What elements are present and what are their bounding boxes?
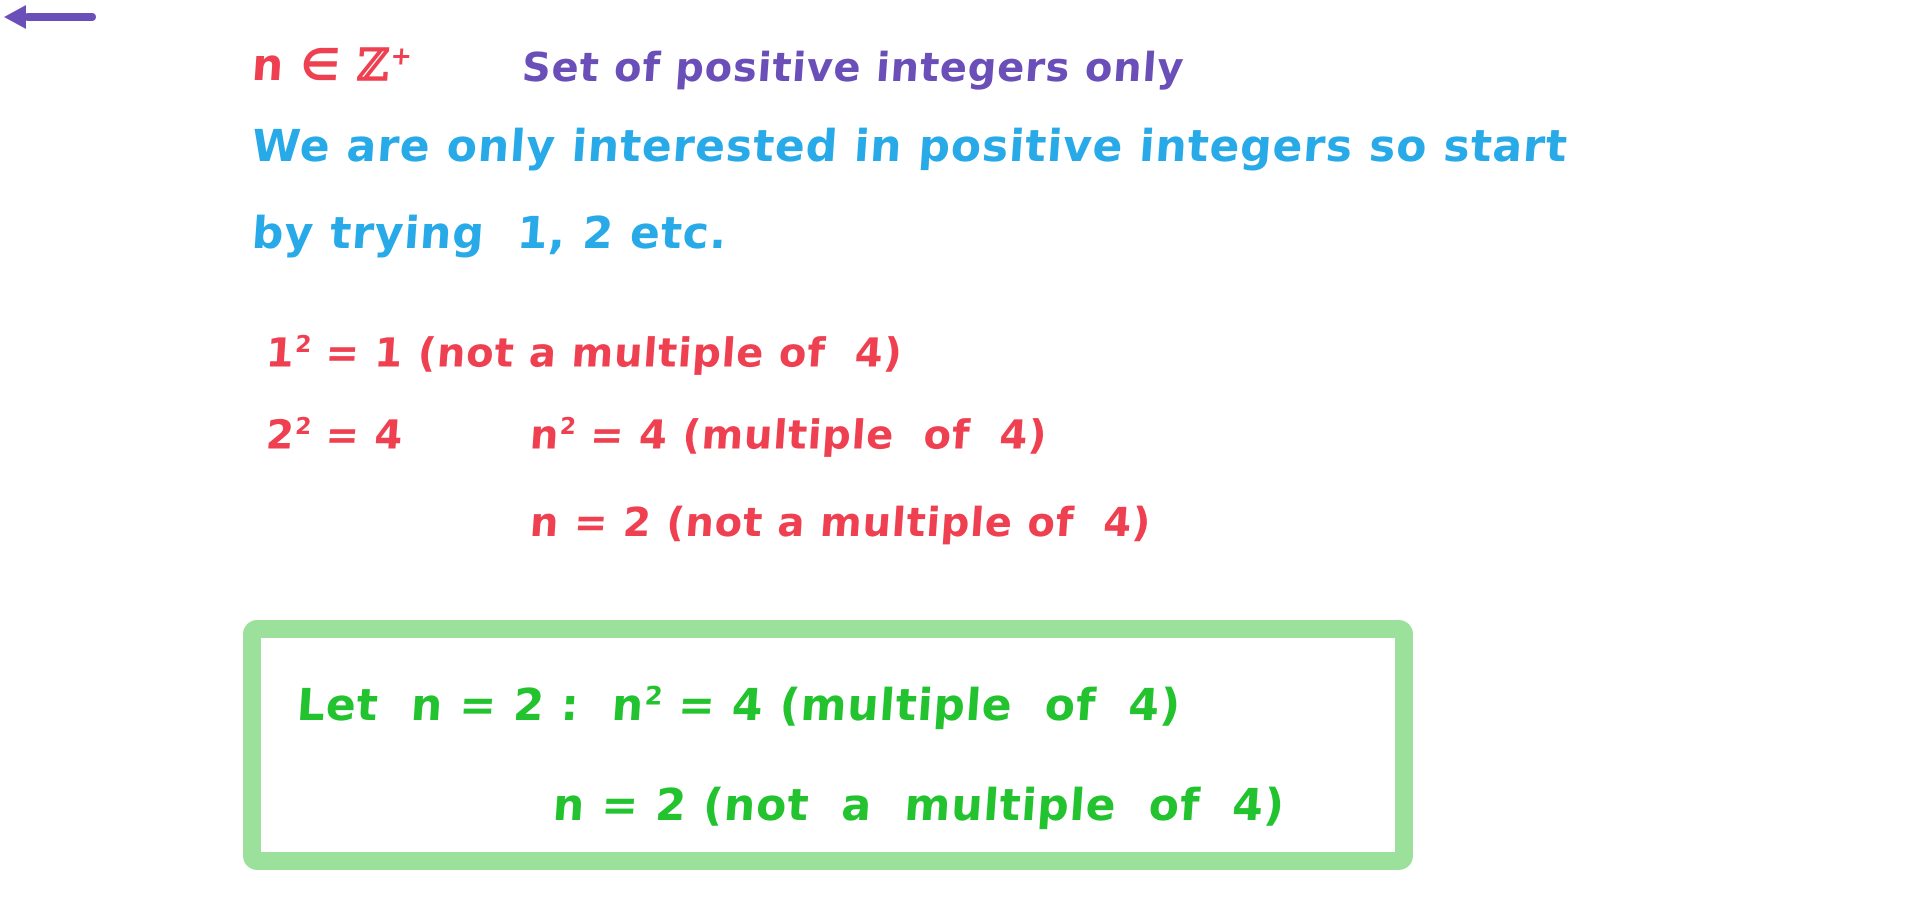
answer-line-1-prefix: Let n = 2 : — [295, 680, 614, 731]
working-line-1: 12 = 1 (not a multiple of 4) — [264, 330, 905, 377]
working-line-3: n = 2 (not a multiple of 4) — [528, 500, 1153, 546]
working-line-2-right-base: n — [528, 412, 561, 459]
working-line-2-right: n2 = 4 (multiple of 4) — [528, 412, 1049, 459]
working-line-2-left: 22 = 4 — [264, 412, 405, 459]
answer-box: Let n = 2 : n2 = 4 (multiple of 4) n = 2… — [243, 620, 1413, 870]
answer-line-2: n = 2 (not a multiple of 4) — [551, 780, 1287, 831]
answer-box-inner: Let n = 2 : n2 = 4 (multiple of 4) n = 2… — [261, 638, 1395, 852]
working-line-2-left-exponent: 2 — [294, 413, 313, 440]
domain-statement: n ∈ ℤ+ — [250, 40, 414, 91]
working-line-1-base: 1 — [264, 330, 297, 377]
integer-set-symbol: ℤ — [355, 40, 392, 91]
worked-solution-canvas: n ∈ ℤ+ Set of positive integers only We … — [0, 0, 1912, 912]
answer-line-1-base: n — [610, 680, 646, 731]
answer-line-1: Let n = 2 : n2 = 4 (multiple of 4) — [295, 680, 1183, 731]
explanation-line-2: by trying 1, 2 etc. — [250, 208, 730, 259]
answer-line-1-exponent: 2 — [643, 681, 664, 712]
working-line-1-rest: = 1 (not a multiple of 4) — [309, 330, 905, 377]
domain-annotation: Set of positive integers only — [520, 45, 1186, 91]
working-line-1-exponent: 2 — [294, 331, 313, 358]
working-line-2-right-rest: = 4 (multiple of 4) — [573, 412, 1049, 459]
explanation-line-1: We are only interested in positive integ… — [250, 121, 1570, 172]
answer-line-1-rest: = 4 (multiple of 4) — [660, 680, 1183, 731]
working-line-2-left-base: 2 — [264, 412, 297, 459]
working-line-2-left-rest: = 4 — [309, 412, 405, 459]
domain-statement-prefix: n ∈ — [250, 40, 359, 91]
integer-set-superscript: + — [389, 41, 414, 72]
left-arrow-icon — [0, 0, 100, 34]
